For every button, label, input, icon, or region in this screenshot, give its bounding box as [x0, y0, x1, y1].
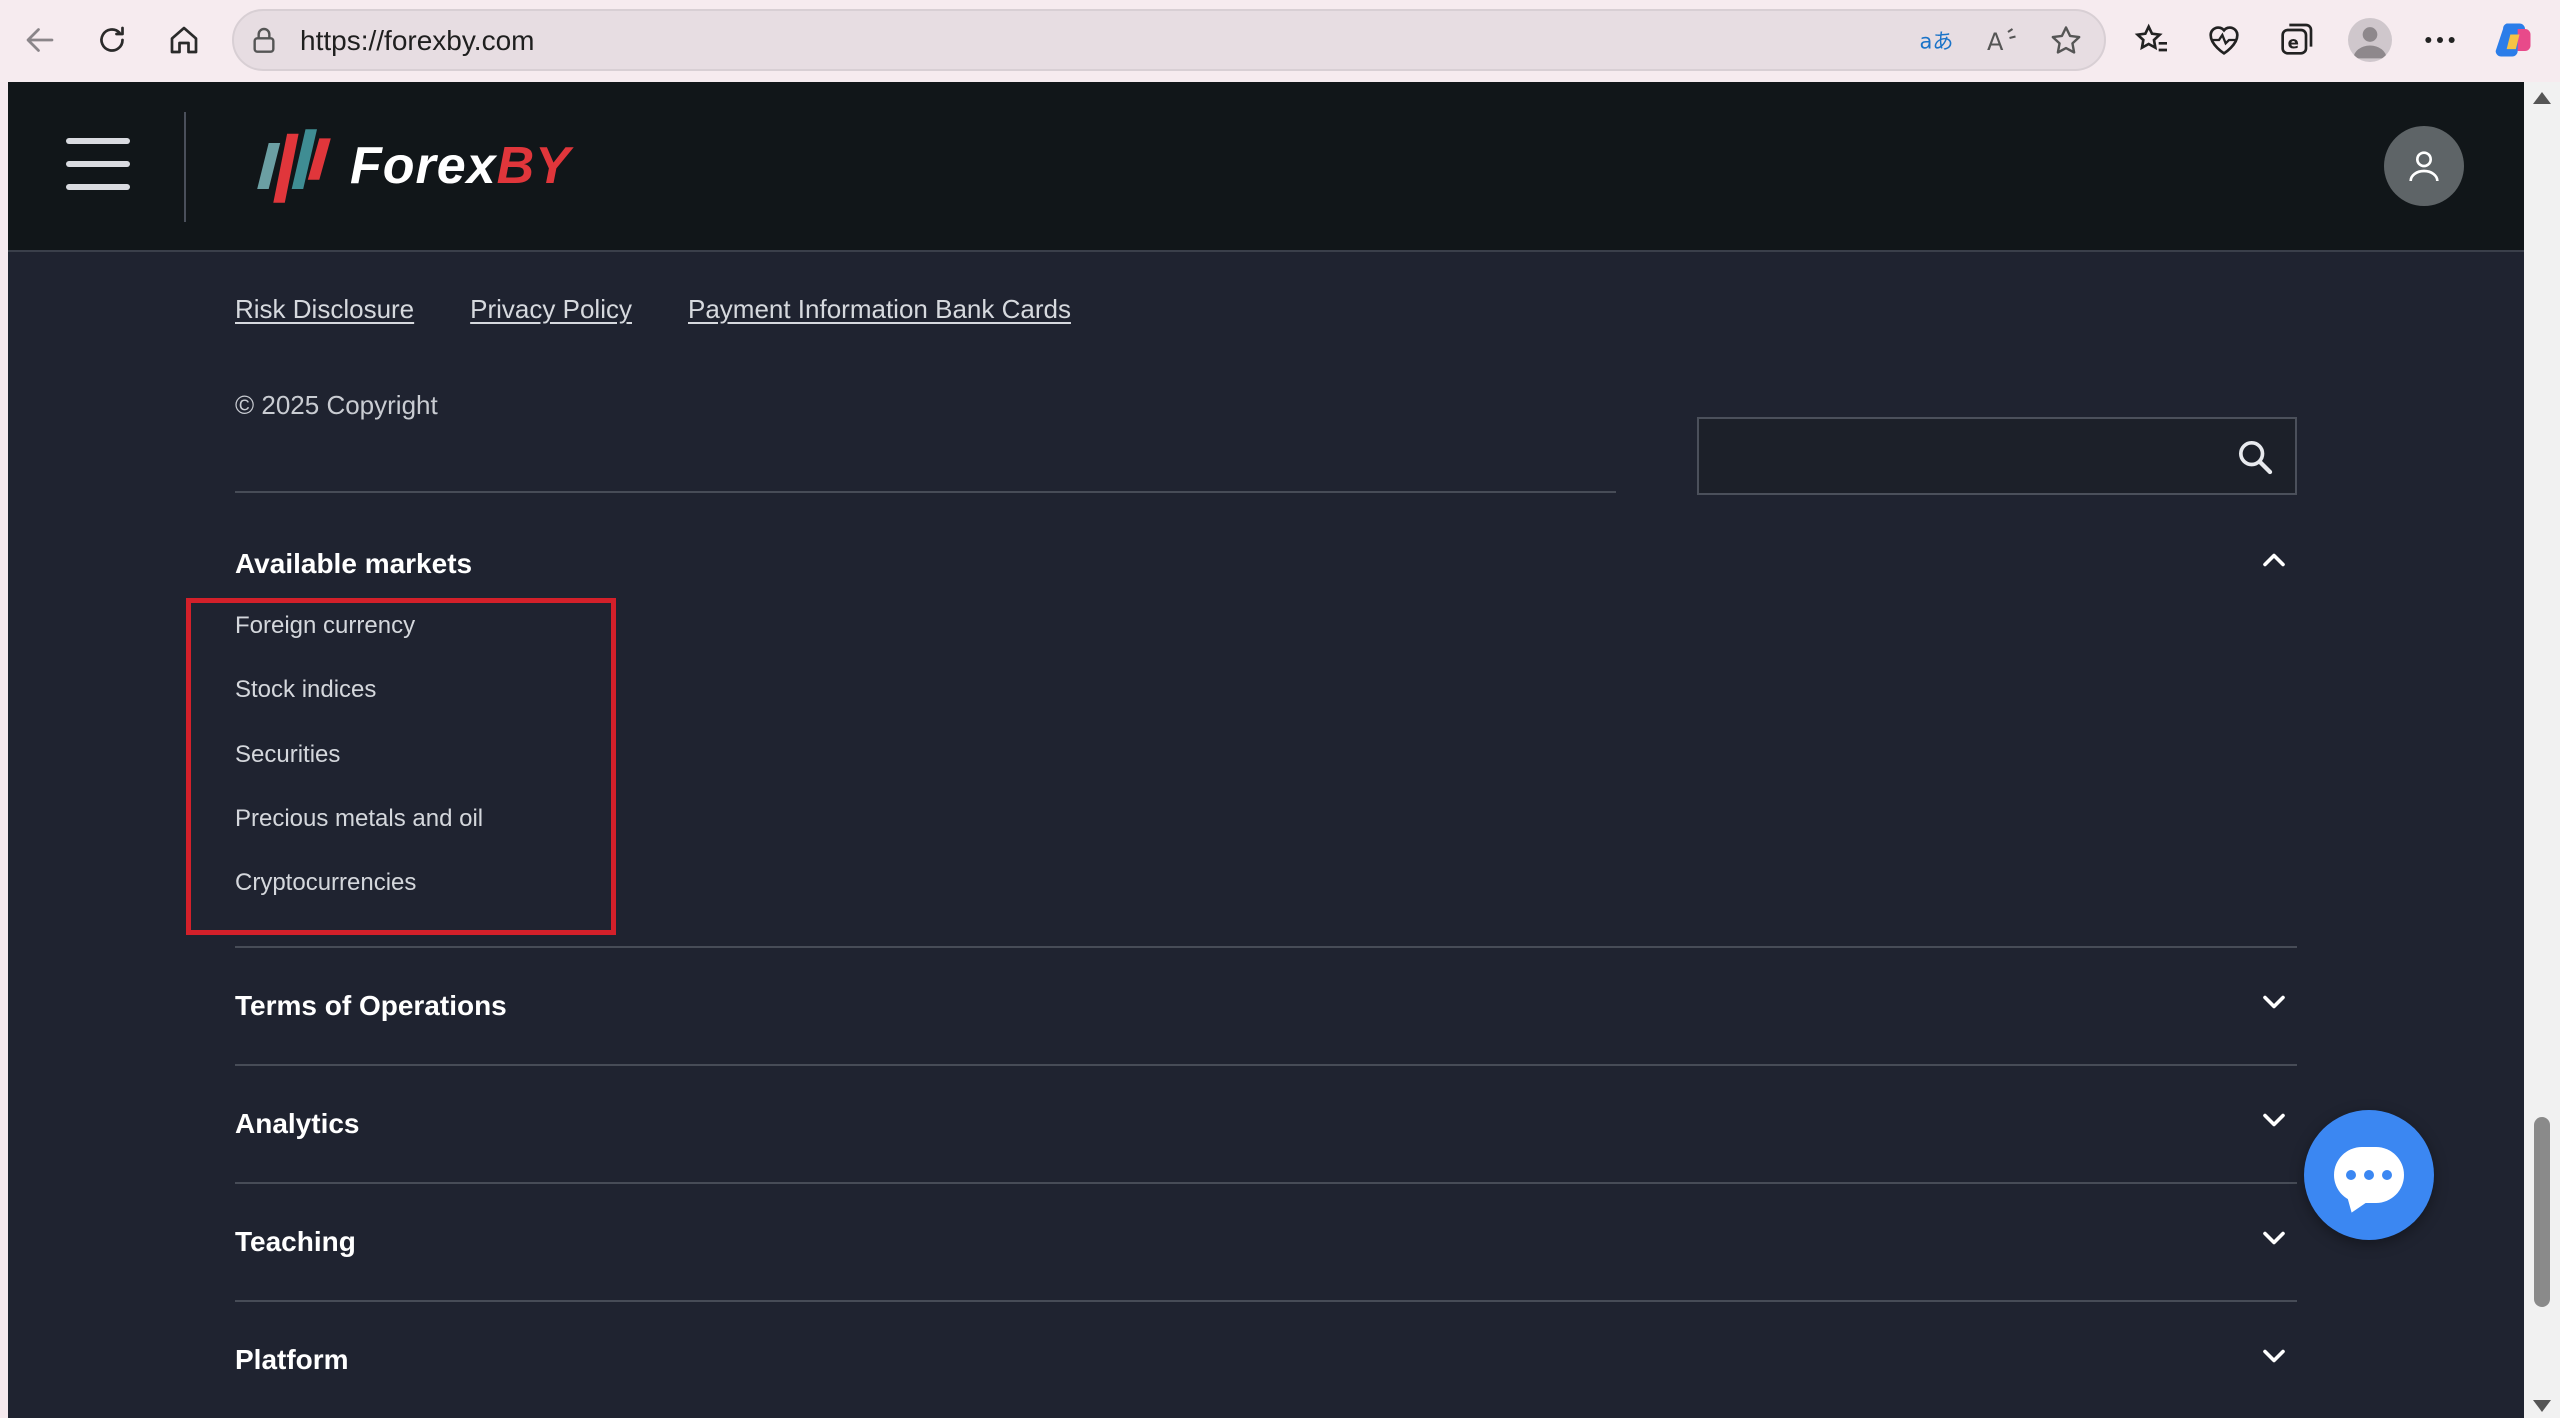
hamburger-line: [66, 184, 130, 190]
copilot-icon[interactable]: [2492, 18, 2536, 62]
platform-heading[interactable]: Platform: [235, 1344, 349, 1376]
refresh-button[interactable]: [90, 18, 134, 62]
divider: [235, 1300, 2297, 1302]
analytics-heading[interactable]: Analytics: [235, 1108, 360, 1140]
divider: [235, 491, 1616, 493]
highlight-box: [186, 598, 616, 935]
privacy-policy-link[interactable]: Privacy Policy: [470, 294, 632, 325]
chevron-down-icon[interactable]: [2256, 1220, 2292, 1256]
header-divider: [184, 112, 186, 222]
favorites-icon[interactable]: [2132, 20, 2172, 60]
hamburger-line: [66, 161, 130, 167]
back-button[interactable]: [18, 18, 62, 62]
chat-button[interactable]: [2304, 1110, 2434, 1240]
scroll-thumb[interactable]: [2534, 1117, 2550, 1307]
browser-toolbar: https://forexby.com aあ A e: [0, 0, 2560, 82]
available-markets-heading[interactable]: Available markets: [235, 548, 472, 580]
page-scrollbar[interactable]: [2524, 82, 2560, 1418]
refresh-icon: [100, 26, 124, 52]
divider: [235, 1064, 2297, 1066]
lock-icon[interactable]: [248, 25, 280, 57]
chevron-down-icon[interactable]: [2256, 1102, 2292, 1138]
search-input[interactable]: [1697, 417, 2297, 495]
back-arrow-icon: [26, 28, 54, 52]
site-header: ForexBY: [8, 82, 2524, 252]
copyright-text: © 2025 Copyright: [235, 390, 438, 420]
translate-icon[interactable]: aあ: [1918, 23, 1954, 59]
browser-essentials-icon[interactable]: [2204, 20, 2244, 60]
chevron-down-icon[interactable]: [2256, 1338, 2292, 1374]
chevron-up-icon[interactable]: [2256, 542, 2292, 578]
payment-information-link[interactable]: Payment Information Bank Cards: [688, 294, 1071, 325]
menu-button[interactable]: [66, 138, 130, 192]
svg-text:aあ: aあ: [1920, 30, 1954, 54]
home-icon: [170, 26, 198, 54]
collections-icon[interactable]: e: [2276, 20, 2316, 60]
search-icon[interactable]: [2235, 437, 2275, 477]
legal-links: Risk Disclosure Privacy Policy Payment I…: [235, 294, 1071, 325]
account-button[interactable]: [2384, 126, 2464, 206]
address-bar[interactable]: https://forexby.com aあ A: [232, 9, 2106, 71]
divider: [235, 946, 2297, 948]
forexby-logo-mark: [257, 129, 331, 203]
site-logo[interactable]: ForexBY: [248, 118, 571, 214]
person-icon: [2353, 27, 2387, 59]
scroll-up-arrow-icon[interactable]: [2533, 92, 2551, 104]
svg-text:A: A: [1987, 28, 2004, 56]
read-aloud-icon[interactable]: A: [1984, 23, 2020, 59]
url-text[interactable]: https://forexby.com: [300, 25, 534, 57]
hamburger-line: [66, 138, 130, 144]
more-options-icon[interactable]: [2420, 20, 2460, 60]
favorite-star-icon[interactable]: [2048, 23, 2084, 59]
home-button[interactable]: [162, 18, 206, 62]
chat-bubble-icon: [2334, 1147, 2404, 1203]
logo-text-forex: Forex: [350, 137, 497, 195]
chevron-down-icon[interactable]: [2256, 984, 2292, 1020]
svg-text:e: e: [2288, 33, 2299, 52]
scroll-down-arrow-icon[interactable]: [2533, 1400, 2551, 1412]
terms-of-operations-heading[interactable]: Terms of Operations: [235, 990, 507, 1022]
teaching-heading[interactable]: Teaching: [235, 1226, 356, 1258]
user-icon: [2409, 151, 2439, 182]
divider: [235, 1182, 2297, 1184]
logo-wordmark: ForexBY: [350, 136, 571, 196]
risk-disclosure-link[interactable]: Risk Disclosure: [235, 294, 414, 325]
webpage: ForexBY Risk Disclosure Privacy Policy P…: [8, 82, 2524, 1418]
logo-text-by: BY: [496, 137, 571, 195]
profile-avatar[interactable]: [2348, 18, 2392, 62]
